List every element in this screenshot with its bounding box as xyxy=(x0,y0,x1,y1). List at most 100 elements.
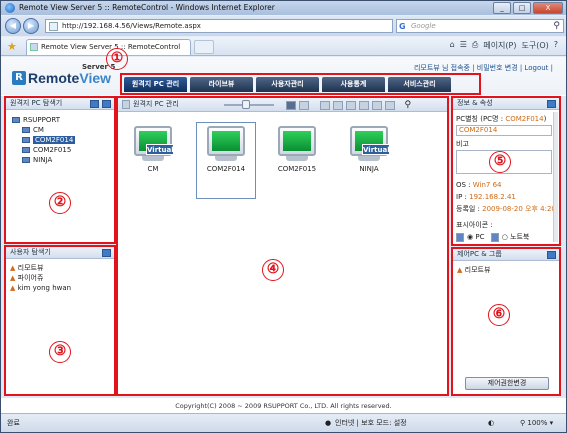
user-icon: ▲ xyxy=(10,274,16,282)
annotation-6: ⑥ xyxy=(488,304,510,326)
remoteview-logo: R RemoteView xyxy=(12,69,112,87)
collapse-icon[interactable] xyxy=(102,100,111,108)
pc-tile-com2f014[interactable]: COM2F014 xyxy=(201,126,251,173)
os-field: OS : Win7 64 xyxy=(456,181,502,189)
pc-manage-title: 원격지 PC 관리 xyxy=(133,100,179,108)
control-group-title: 제어PC & 그룹 xyxy=(453,249,559,261)
pc-icon xyxy=(22,127,30,133)
minimize-button[interactable]: _ xyxy=(493,2,511,14)
back-button[interactable]: ◀ xyxy=(5,18,21,34)
tree-root[interactable]: RSUPPORT xyxy=(12,115,75,125)
pc-name: COM2F014 xyxy=(206,165,246,173)
globe-icon: ● xyxy=(325,419,332,427)
user-explorer-title: 사용자 탐색기 xyxy=(6,247,114,259)
menu-statistics[interactable]: 사용통계 xyxy=(322,77,385,92)
feeds-icon[interactable]: ☰ xyxy=(460,40,467,51)
tree-item-cm[interactable]: CM xyxy=(12,125,75,135)
annotation-3: ③ xyxy=(49,341,71,363)
radio-pc[interactable]: ◉ PC xyxy=(467,233,484,241)
menu-pc-manage[interactable]: 원격지 PC 관리 xyxy=(124,77,187,92)
pc-name: CM xyxy=(147,165,159,173)
move-icon[interactable] xyxy=(346,100,357,110)
page-favicon-icon xyxy=(49,22,58,31)
url-input[interactable]: http://192.168.4.56/Views/Remote.aspx xyxy=(45,19,393,33)
pc-name: COM2F015 xyxy=(277,165,317,173)
tree-item-com2f014[interactable]: COM2F014 xyxy=(12,135,76,145)
group-icon[interactable] xyxy=(333,100,344,110)
collapse-icon[interactable] xyxy=(547,251,556,259)
print-icon[interactable]: ⎙ xyxy=(472,40,478,51)
home-icon[interactable]: ⌂ xyxy=(450,40,455,51)
tab-bar: ★ Remote View Server 5 :: RemoteControl … xyxy=(1,37,566,56)
radio-notebook[interactable]: ○ 노트북 xyxy=(502,233,530,241)
zoom-slider-thumb[interactable] xyxy=(242,100,250,109)
user-info-links[interactable]: 리모트뷰 님 접속중 | 비밀번호 변경 | Logout | xyxy=(414,63,553,73)
google-icon: G xyxy=(399,22,406,31)
monitor-icon xyxy=(207,126,245,156)
main-menu: 원격지 PC 관리 라이브뷰 사용자관리 사용통계 서비스관리 xyxy=(124,77,451,92)
change-permission-button[interactable]: 제어권한변경 xyxy=(465,377,549,390)
control-item[interactable]: ▲ 리모트뷰 xyxy=(457,265,490,275)
user-item[interactable]: ▲ 리모트뷰 xyxy=(10,263,71,273)
ip-field: IP : 192.168.2.41 xyxy=(456,193,516,201)
search-input[interactable]: G Google ⚲ xyxy=(396,19,564,33)
collapse-icon[interactable] xyxy=(547,100,556,108)
annotation-4: ④ xyxy=(262,259,284,281)
ie-logo-icon xyxy=(5,3,15,13)
user-icon: ▲ xyxy=(10,264,16,272)
control-group-panel: 제어PC & 그룹 ▲ 리모트뷰 ⑥ 제어권한변경 xyxy=(451,247,561,396)
icon-view-icon[interactable] xyxy=(286,100,296,110)
menu-liveview[interactable]: 라이브뷰 xyxy=(190,77,253,92)
search-icon[interactable]: ⚲ xyxy=(404,100,411,110)
registered-field: 등록일 : 2009-08-20 오후 4:20 xyxy=(456,205,556,213)
tree-item-com2f015[interactable]: COM2F015 xyxy=(12,145,75,155)
maximize-button[interactable]: □ xyxy=(513,2,531,14)
help-icon[interactable]: ? xyxy=(554,40,558,51)
tools-menu[interactable]: 도구(O) xyxy=(521,40,548,51)
monitor-icon xyxy=(278,126,316,156)
close-button[interactable]: X xyxy=(533,2,563,14)
favorites-star-icon[interactable]: ★ xyxy=(7,40,17,53)
user-item[interactable]: ▲ kim yong hwan xyxy=(10,283,71,293)
pc-tile-cm[interactable]: Virtual CM xyxy=(128,126,178,173)
forward-button[interactable]: ▶ xyxy=(23,18,39,34)
info-scrollbar[interactable] xyxy=(553,112,558,242)
address-bar: ◀ ▶ http://192.168.4.56/Views/Remote.asp… xyxy=(1,16,566,36)
pc-tree: RSUPPORT CM COM2F014 COM2F015 NINJA xyxy=(12,115,76,165)
menu-service-manage[interactable]: 서비스관리 xyxy=(388,77,451,92)
annotation-2: ② xyxy=(49,192,71,214)
pc-tile-ninja[interactable]: Virtual NINJA xyxy=(344,126,394,173)
user-explorer-panel: 사용자 탐색기 ▲ 리모트뷰 ▲ 파이어쥬 ▲ kim yong hwan ③ xyxy=(4,245,116,396)
memo-label: 비고 xyxy=(456,140,469,148)
add-pc-icon[interactable] xyxy=(320,100,331,110)
pc-name: NINJA xyxy=(359,165,379,173)
pc-tile-com2f015[interactable]: COM2F015 xyxy=(272,126,322,173)
logo-view: View xyxy=(79,70,112,86)
new-tab-button[interactable] xyxy=(194,40,214,54)
status-bar: 완료 ● 인터넷 | 보호 모드: 설정 ◐ ⚲ 100% ▾ xyxy=(1,413,566,432)
export-icon[interactable] xyxy=(385,100,396,110)
copy-icon[interactable] xyxy=(359,100,370,110)
page-menu[interactable]: 페이지(P) xyxy=(483,40,516,51)
info-panel: 정보 & 속성 PC별칭 (PC명 : COM2F014) COM2F014 비… xyxy=(451,96,561,246)
user-list: ▲ 리모트뷰 ▲ 파이어쥬 ▲ kim yong hwan xyxy=(10,263,71,293)
delete-icon[interactable] xyxy=(372,100,383,110)
virtual-badge: Virtual xyxy=(146,144,174,155)
add-folder-icon[interactable] xyxy=(90,100,99,108)
search-icon[interactable]: ⚲ xyxy=(553,20,560,32)
collapse-icon[interactable] xyxy=(102,249,111,257)
pc-manage-panel: 원격지 PC 관리 ⚲ Virtual CM COM2F014 COM2F015… xyxy=(116,96,449,396)
list-view-icon[interactable] xyxy=(299,100,309,110)
pc-manage-icon xyxy=(122,99,130,109)
user-item[interactable]: ▲ 파이어쥬 xyxy=(10,273,71,283)
alias-input[interactable]: COM2F014 xyxy=(456,125,552,136)
menu-user-manage[interactable]: 사용자관리 xyxy=(256,77,319,92)
window-controls: _ □ X xyxy=(493,2,563,14)
tree-item-ninja[interactable]: NINJA xyxy=(12,155,75,165)
display-icon-options: ◉ PC ○ 노트북 xyxy=(456,232,552,242)
copyright-footer: Copyright(C) 2008 ~ 2009 RSUPPORT Co., L… xyxy=(1,399,566,413)
command-bar: ⌂ ☰ ⎙ 페이지(P) 도구(O) ? xyxy=(450,40,558,51)
zoom-control[interactable]: ⚲ 100% ▾ xyxy=(520,414,553,432)
annotation-1: ① xyxy=(106,48,128,70)
status-text: 완료 xyxy=(7,419,20,427)
